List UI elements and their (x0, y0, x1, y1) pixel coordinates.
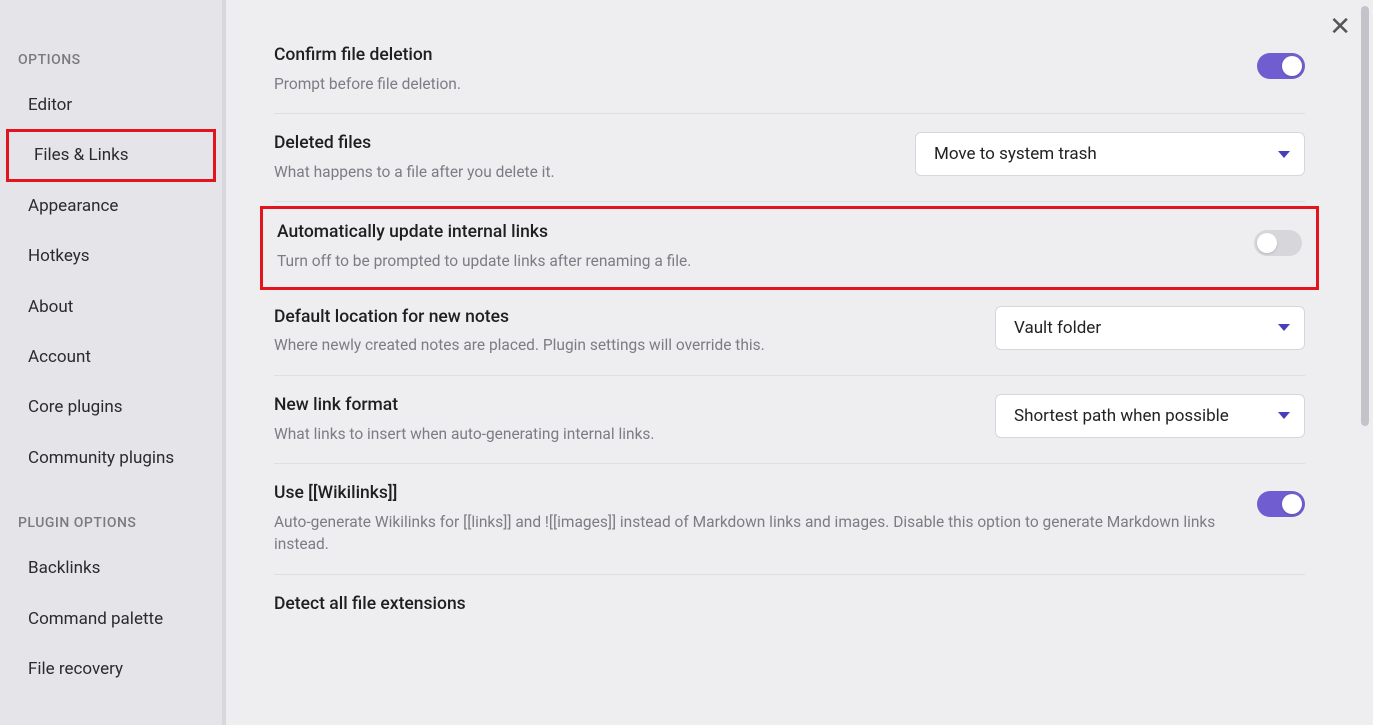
sidebar-item-file-recovery[interactable]: File recovery (0, 644, 222, 694)
chevron-down-icon (1278, 151, 1290, 158)
dropdown-value: Shortest path when possible (1014, 406, 1229, 426)
sidebar-item-label: Command palette (28, 609, 163, 629)
setting-description: Turn off to be prompted to update links … (277, 250, 1230, 272)
dropdown-value: Move to system trash (934, 144, 1097, 164)
default-location-dropdown[interactable]: Vault folder (995, 306, 1305, 350)
sidebar-item-label: Backlinks (28, 558, 100, 578)
sidebar-item-command-palette[interactable]: Command palette (0, 594, 222, 644)
deleted-files-dropdown[interactable]: Move to system trash (915, 132, 1305, 176)
sidebar-item-appearance[interactable]: Appearance (0, 181, 222, 231)
setting-title: Deleted files (274, 132, 891, 155)
setting-description: What happens to a file after you delete … (274, 161, 891, 183)
sidebar-item-label: Hotkeys (28, 246, 90, 266)
sidebar-item-core-plugins[interactable]: Core plugins (0, 382, 222, 432)
sidebar-item-hotkeys[interactable]: Hotkeys (0, 231, 222, 281)
sidebar-item-community-plugins[interactable]: Community plugins (0, 433, 222, 483)
close-button[interactable]: ✕ (1329, 14, 1351, 40)
setting-detect-all-file-extensions: Detect all file extensions (274, 575, 1305, 640)
toggle-knob (1282, 494, 1302, 514)
auto-update-links-toggle[interactable] (1254, 230, 1302, 256)
setting-description: Prompt before file deletion. (274, 73, 1233, 95)
setting-confirm-file-deletion: Confirm file deletion Prompt before file… (274, 44, 1305, 114)
new-link-format-dropdown[interactable]: Shortest path when possible (995, 394, 1305, 438)
sidebar-item-label: File recovery (28, 659, 123, 679)
chevron-down-icon (1278, 324, 1290, 331)
toggle-knob (1282, 56, 1302, 76)
toggle-knob (1257, 233, 1277, 253)
setting-title: Automatically update internal links (277, 221, 1230, 244)
sidebar-section-plugin-options-header: PLUGIN OPTIONS (0, 507, 222, 543)
setting-deleted-files: Deleted files What happens to a file aft… (274, 114, 1305, 202)
setting-description: Auto-generate Wikilinks for [[links]] an… (274, 511, 1233, 556)
setting-title: Use [[Wikilinks]] (274, 482, 1233, 505)
sidebar-item-label: About (28, 297, 73, 317)
setting-title: Confirm file deletion (274, 44, 1233, 67)
settings-list: Confirm file deletion Prompt before file… (226, 0, 1355, 640)
setting-new-link-format: New link format What links to insert whe… (274, 376, 1305, 464)
sidebar-item-editor[interactable]: Editor (0, 80, 222, 130)
setting-title: Detect all file extensions (274, 593, 1305, 616)
sidebar-item-backlinks[interactable]: Backlinks (0, 543, 222, 593)
sidebar-item-label: Core plugins (28, 397, 123, 417)
chevron-down-icon (1278, 412, 1290, 419)
setting-auto-update-internal-links: Automatically update internal links Turn… (260, 206, 1319, 289)
dropdown-value: Vault folder (1014, 318, 1101, 338)
use-wikilinks-toggle[interactable] (1257, 491, 1305, 517)
close-icon: ✕ (1329, 12, 1351, 42)
sidebar-item-label: Editor (28, 95, 72, 115)
sidebar-item-label: Appearance (28, 196, 118, 216)
setting-description: Where newly created notes are placed. Pl… (274, 334, 971, 356)
sidebar-item-account[interactable]: Account (0, 332, 222, 382)
sidebar-item-label: Community plugins (28, 448, 174, 468)
setting-default-location-new-notes: Default location for new notes Where new… (274, 288, 1305, 376)
scrollbar-thumb[interactable] (1361, 6, 1369, 426)
setting-use-wikilinks: Use [[Wikilinks]] Auto-generate Wikilink… (274, 464, 1305, 575)
sidebar-item-label: Files & Links (34, 145, 129, 165)
sidebar-section-options-header: OPTIONS (0, 44, 222, 80)
settings-modal: OPTIONS Editor Files & Links Appearance … (0, 0, 1373, 725)
sidebar-item-files-links[interactable]: Files & Links (6, 129, 216, 181)
settings-content: ✕ Confirm file deletion Prompt before fi… (226, 0, 1373, 725)
setting-title: New link format (274, 394, 971, 417)
setting-title: Default location for new notes (274, 306, 971, 329)
settings-sidebar: OPTIONS Editor Files & Links Appearance … (0, 0, 226, 725)
sidebar-item-about[interactable]: About (0, 282, 222, 332)
setting-description: What links to insert when auto-generatin… (274, 423, 971, 445)
sidebar-item-label: Account (28, 347, 91, 367)
confirm-file-deletion-toggle[interactable] (1257, 53, 1305, 79)
